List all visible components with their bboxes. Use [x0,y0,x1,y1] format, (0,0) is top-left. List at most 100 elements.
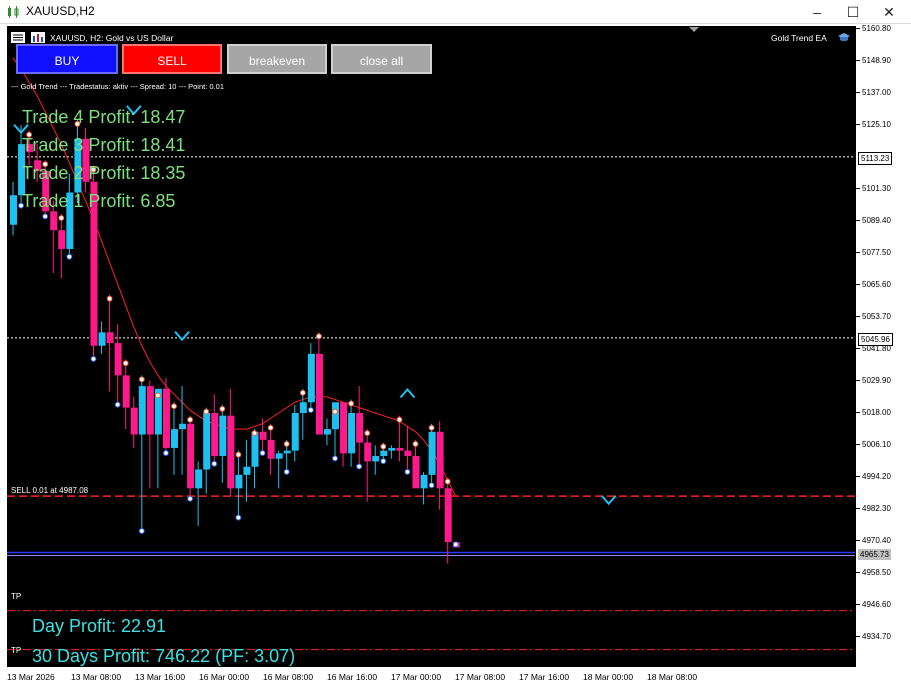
candle-body [332,402,339,430]
tp-label-2[interactable]: TP [11,646,21,655]
price-tick: 5053.70 [856,312,891,321]
trade-marker-icon [90,356,97,362]
candle-body [428,431,436,475]
time-tick: 17 Mar 00:00 [391,672,442,682]
trade-marker-icon [444,478,451,485]
candle-body [162,388,170,448]
candle-body [179,423,187,430]
price-tick: 5041.80 [856,344,891,353]
candle-body [315,353,323,435]
candle-body [404,450,412,457]
candle-body [388,447,396,451]
trade-marker-icon [380,458,387,464]
candle-body [307,353,315,403]
candle-body [412,456,420,489]
trade-2-profit: Trade 2 Profit: 18.35 [22,163,186,183]
trade-marker-icon [316,333,322,340]
price-label: 5113.23 [858,151,893,165]
candle-body [420,474,428,489]
trade-marker-icon [138,528,145,534]
trade-marker-icon [42,213,49,220]
trade-marker-icon [58,215,65,221]
sell-button[interactable]: SELL [122,44,222,74]
close-window-button[interactable]: ✕ [871,0,907,24]
time-tick: 17 Mar 08:00 [455,672,506,682]
candle-body [138,386,146,435]
price-tick: 5101.30 [856,184,891,193]
chart-left-border [0,24,7,667]
trade-marker-icon [299,389,306,396]
trade-marker-icon [163,450,169,456]
chart-bars-icon [8,6,19,18]
price-tick: 5137.00 [856,88,891,97]
maximize-button[interactable]: ☐ [835,0,871,24]
price-axis[interactable]: 5160.80 5148.90 5137.00 5125.10 5113.23 5101.… [855,24,911,667]
candle-body [372,456,380,462]
trade-marker-icon [187,495,194,502]
symbol-chart-icon [31,32,45,43]
minimize-button[interactable]: – [799,0,835,24]
breakeven-button[interactable]: breakeven [227,44,327,74]
trade-marker-icon [396,416,403,423]
trade-marker-icon [356,463,363,470]
price-tick: 5160.80 [856,24,891,33]
candle-body [396,447,404,451]
candle-body [171,429,178,448]
trade-1-profit: Trade 1 Profit: 6.85 [22,191,176,211]
candle-body [146,386,154,435]
trade-4-profit: Trade 4 Profit: 18.47 [22,107,186,127]
tp-label-1[interactable]: TP [11,592,21,601]
trade-marker-icon [283,440,290,447]
sell-order-label[interactable]: SELL 0.01 at 4987.08 [11,486,88,495]
candle-body [106,332,114,344]
trade-marker-icon [428,424,435,431]
trade-marker-icon [235,514,242,521]
close-all-button[interactable]: close all [331,44,432,74]
graduation-cap-icon [838,33,850,42]
candle-body [50,211,58,231]
price-tick: 5077.50 [856,248,891,257]
buy-signal-arrow-icon [399,387,416,399]
candle-body [219,415,227,457]
ea-name-label[interactable]: Gold Trend EA [771,33,827,43]
candle-body [10,195,17,225]
candle-body [203,413,211,470]
menu-icon[interactable] [11,32,25,43]
candle-body [235,474,243,489]
trade-marker-icon [66,253,73,260]
buy-button[interactable]: BUY [16,44,118,74]
candle-body [227,415,235,489]
trade-marker-icon [122,360,129,367]
trade-marker-icon [412,440,419,447]
trade-marker-icon [138,376,145,383]
trade-marker-icon [171,403,177,410]
candle-body [130,407,138,435]
trade-marker-icon [211,460,218,467]
trade-marker-icon [259,450,266,456]
sell-signal-arrow-icon [600,495,617,506]
scroll-shift-marker-icon[interactable] [689,27,699,33]
symbol-info: XAUUSD, H2: Gold vs US Dollar [50,33,174,43]
time-tick: 16 Mar 08:00 [263,672,314,682]
trade-marker-icon [428,482,435,489]
price-tick: 5029.90 [856,376,891,385]
trade-marker-icon [452,541,459,548]
trade-marker-icon [235,451,242,458]
candle-body [340,402,348,454]
trade-marker-icon [106,295,113,302]
trade-marker-icon [348,400,355,407]
candle-body [348,413,356,454]
price-label: 4965.73 [858,548,891,560]
price-tick: 4946.60 [856,600,891,609]
price-tick: 4958.50 [856,568,891,577]
time-tick: 16 Mar 00:00 [199,672,250,682]
trade-marker-icon [332,455,338,462]
candle-body [299,402,307,413]
time-axis[interactable]: 13 Mar 2026 13 Mar 08:00 13 Mar 16:00 16 Ma… [0,667,911,692]
candle-body [98,332,106,346]
time-tick: 18 Mar 00:00 [583,672,634,682]
candle-body [114,343,122,376]
candle-body [364,442,372,462]
sell-signal-arrow-icon [174,331,190,342]
time-tick: 13 Mar 2026 [7,672,55,682]
